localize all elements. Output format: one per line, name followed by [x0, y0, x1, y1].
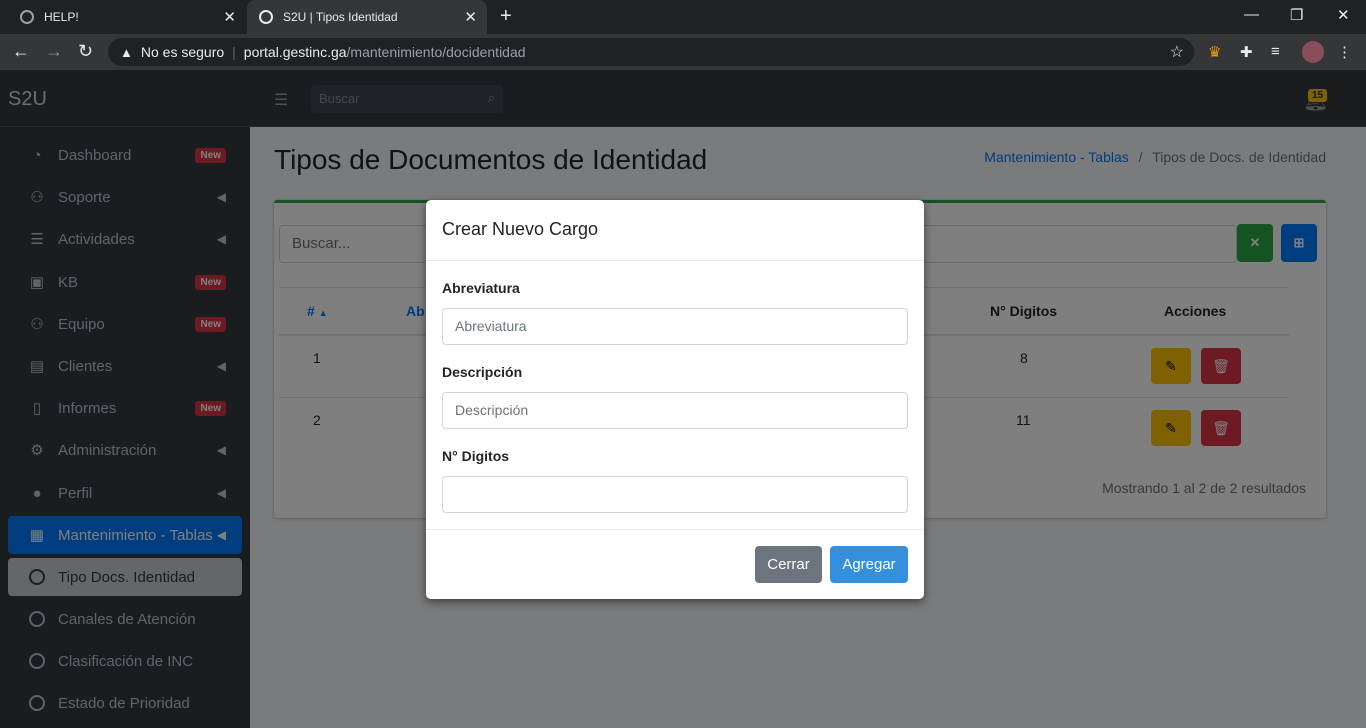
puzzle-extension-icon[interactable]: ✚ [1240, 43, 1253, 61]
menu-kebab-icon[interactable]: ⋮ [1337, 43, 1352, 61]
url-path: /mantenimiento/docidentidad [346, 44, 526, 60]
create-modal: Crear Nuevo Cargo Abreviatura Abreviatur… [426, 200, 924, 599]
close-icon[interactable]: ✕ [464, 8, 477, 26]
separator: | [232, 44, 236, 60]
close-icon[interactable]: ✕ [223, 8, 236, 26]
browser-tab-help[interactable]: HELP! ✕ [8, 0, 246, 34]
window-close-icon[interactable]: ✕ [1337, 6, 1350, 24]
add-button[interactable]: Agregar [830, 546, 908, 583]
forward-icon[interactable]: → [45, 41, 63, 62]
security-label: No es seguro [140, 44, 225, 60]
input-placeholder: Abreviatura [455, 318, 527, 334]
address-bar[interactable]: ▲ No es seguro | portal.gestinc.ga /mant… [108, 38, 1194, 66]
modal-title: Crear Nuevo Cargo [426, 200, 924, 261]
browser-toolbar: ← → ↻ ▲ No es seguro | portal.gestinc.ga… [0, 34, 1366, 70]
digits-label: N° Digitos [442, 448, 510, 464]
desc-label: Descripción [442, 364, 523, 380]
new-tab-button[interactable]: + [500, 5, 512, 28]
close-button[interactable]: Cerrar [755, 546, 822, 583]
back-icon[interactable]: ← [12, 41, 30, 62]
abbr-input[interactable]: Abreviatura [442, 308, 908, 345]
globe-icon [259, 10, 273, 24]
input-placeholder: Descripción [455, 402, 529, 418]
bookmark-star-icon[interactable]: ☆ [1170, 42, 1184, 62]
abbr-label: Abreviatura [442, 280, 520, 296]
browser-tabbar: HELP! ✕ S2U | Tipos Identidad ✕ + — ❐ ✕ [0, 0, 1366, 34]
reload-icon[interactable]: ↻ [78, 41, 93, 62]
digits-input[interactable] [442, 476, 908, 513]
minimize-icon[interactable]: — [1244, 6, 1259, 23]
url-domain: portal.gestinc.ga [243, 44, 347, 60]
desc-input[interactable]: Descripción [442, 392, 908, 429]
restore-icon[interactable]: ❐ [1290, 6, 1303, 24]
profile-avatar[interactable] [1302, 41, 1324, 63]
modal-footer-divider [426, 529, 924, 530]
crown-extension-icon[interactable]: ♛ [1208, 43, 1221, 61]
browser-tab-s2u[interactable]: S2U | Tipos Identidad ✕ [247, 0, 487, 34]
globe-icon [20, 10, 34, 24]
tab-title: S2U | Tipos Identidad [283, 10, 398, 24]
warning-icon: ▲ [120, 44, 133, 60]
media-control-icon[interactable]: ≡ [1271, 43, 1280, 60]
tab-title: HELP! [44, 10, 79, 24]
